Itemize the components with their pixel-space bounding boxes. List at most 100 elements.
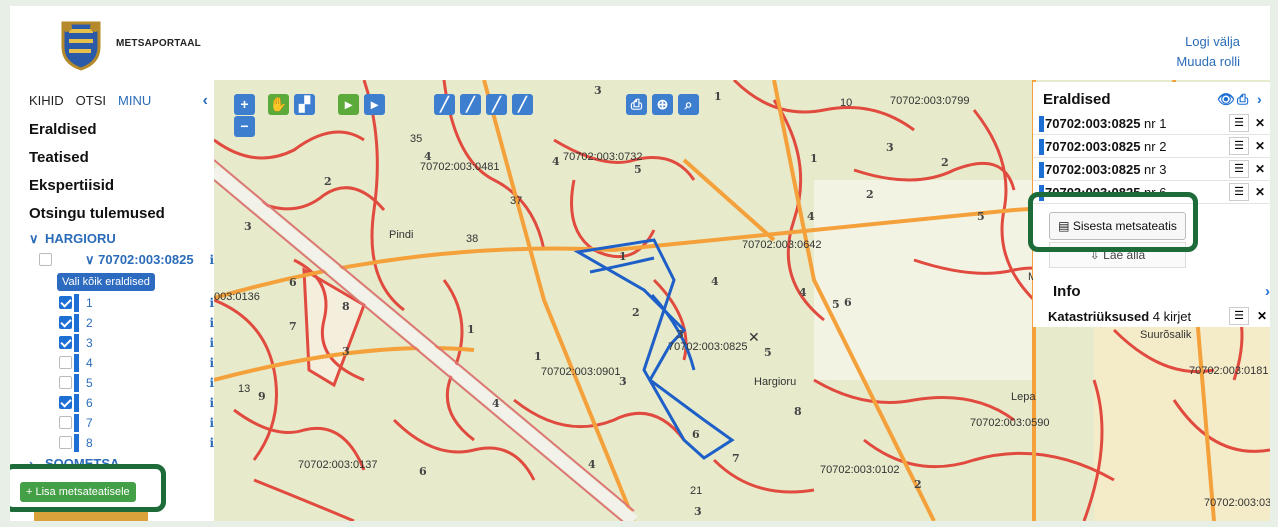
zoom-in-button[interactable]: + <box>234 94 255 115</box>
svg-text:2: 2 <box>632 306 640 319</box>
eraldis-label: 70702:003:0825 nr 1 <box>1045 116 1167 131</box>
delete-drawing-icon[interactable]: ╱ <box>486 94 507 115</box>
map-label: 38 <box>466 233 478 245</box>
map-label: 70702:003:0102 <box>820 464 900 476</box>
svg-text:7: 7 <box>289 320 297 333</box>
svg-text:3: 3 <box>694 505 702 518</box>
collapse-sidebar-icon[interactable]: ‹ <box>203 92 208 110</box>
group-hargioru[interactable]: ∨ HARGIORU <box>23 228 214 250</box>
eraldis-row: 6i <box>23 393 214 413</box>
svg-text:6: 6 <box>289 276 297 289</box>
eraldis-panel-row[interactable]: 70702:003:0825 nr 2 ☰ ✕ <box>1033 135 1270 158</box>
sidebar-tabs: KIHID OTSI MINU ‹ <box>23 86 214 116</box>
svg-text:6: 6 <box>692 428 700 441</box>
pan-hand-icon[interactable]: ✋ <box>268 94 289 115</box>
svg-text:3: 3 <box>594 84 602 97</box>
map-label: 70702:003:0642 <box>742 239 822 251</box>
eraldis-checkbox[interactable] <box>59 316 72 329</box>
svg-text:1: 1 <box>467 323 475 336</box>
eye-icon[interactable]: 👁 <box>1217 91 1235 108</box>
list-icon[interactable]: ☰ <box>1229 307 1249 325</box>
list-icon[interactable]: ☰ <box>1229 114 1249 132</box>
map-label: Pindi <box>389 229 413 241</box>
eraldis-checkbox[interactable] <box>59 336 72 349</box>
search-icon[interactable]: ⌕ <box>678 94 699 115</box>
change-role-link[interactable]: Muuda rolli <box>1176 54 1240 69</box>
section-ekspertiisid[interactable]: Ekspertiisid <box>23 172 214 200</box>
map-label: Lepa <box>1011 391 1036 403</box>
print-icon[interactable]: ⎙ <box>1237 91 1248 108</box>
section-otsingu-tulemused[interactable]: Otsingu tulemused <box>23 200 214 228</box>
svg-text:5: 5 <box>764 346 772 359</box>
eraldis-panel-row[interactable]: 70702:003:0825 nr 3 ☰ ✕ <box>1033 158 1270 181</box>
map-label: 003:0136 <box>214 291 260 303</box>
svg-text:3: 3 <box>342 345 350 358</box>
parcel-checkbox[interactable] <box>39 253 52 266</box>
eraldis-row: 7i <box>23 413 214 433</box>
info-chevron-icon[interactable]: › <box>1265 283 1270 300</box>
list-icon[interactable]: ☰ <box>1229 183 1249 201</box>
zoom-out-button[interactable]: − <box>234 116 255 137</box>
eraldis-checkbox[interactable] <box>59 436 72 449</box>
select-all-row: Vali kõik eraldised <box>23 272 214 293</box>
list-icon[interactable]: ☰ <box>1229 160 1249 178</box>
select-all-button[interactable]: Vali kõik eraldised <box>57 273 155 291</box>
print-icon[interactable]: ⎙ <box>626 94 647 115</box>
eraldis-checkbox[interactable] <box>59 296 72 309</box>
logout-link[interactable]: Logi välja <box>1185 34 1240 49</box>
svg-text:8: 8 <box>342 300 350 313</box>
color-bar <box>1039 139 1044 155</box>
eraldis-checkbox[interactable] <box>59 356 72 369</box>
eraldis-number[interactable]: 1 <box>86 296 93 310</box>
draw-polygon-icon[interactable]: ╱ <box>460 94 481 115</box>
eraldis-number[interactable]: 4 <box>86 356 93 370</box>
close-icon[interactable]: ✕ <box>1255 116 1265 130</box>
group-hargioru-label: HARGIORU <box>45 231 116 246</box>
sidebar: KIHID OTSI MINU ‹ Eraldised Teatised Eks… <box>23 86 214 521</box>
svg-text:3: 3 <box>886 141 894 154</box>
eraldis-number[interactable]: 6 <box>86 396 93 410</box>
tab-otsi[interactable]: OTSI <box>70 86 112 116</box>
close-icon[interactable]: ✕ <box>1257 309 1267 323</box>
parcel-row: ∨ 70702:003:0825 i <box>23 250 214 272</box>
eraldis-label: 70702:003:0825 nr 2 <box>1045 139 1167 154</box>
close-icon[interactable]: ✕ <box>1255 185 1265 199</box>
section-teatised[interactable]: Teatised <box>23 144 214 172</box>
svg-text:6: 6 <box>844 296 852 309</box>
tab-kihid[interactable]: KIHID <box>23 86 70 116</box>
close-icon[interactable]: ✕ <box>1255 162 1265 176</box>
svg-text:3: 3 <box>244 220 252 233</box>
brand-name: METSAPORTAAL <box>116 38 201 49</box>
svg-text:2: 2 <box>941 156 949 169</box>
measure-icon[interactable]: ╱ <box>512 94 533 115</box>
eraldis-checkbox[interactable] <box>59 396 72 409</box>
eraldis-number[interactable]: 7 <box>86 416 93 430</box>
list-icon[interactable]: ☰ <box>1229 137 1249 155</box>
eraldis-number[interactable]: 2 <box>86 316 93 330</box>
svg-text:4: 4 <box>807 210 815 223</box>
draw-line-icon[interactable]: ╱ <box>434 94 455 115</box>
close-icon[interactable]: ✕ <box>1255 139 1265 153</box>
eraldis-panel-row[interactable]: 70702:003:0825 nr 1 ☰ ✕ <box>1033 112 1270 135</box>
map-extent-icon[interactable]: ▞ <box>294 94 315 115</box>
katastri-label: Katastriüksused <box>1048 309 1150 324</box>
eraldis-number[interactable]: 3 <box>86 336 93 350</box>
eraldis-number[interactable]: 8 <box>86 436 93 450</box>
svg-text:3: 3 <box>619 375 627 388</box>
svg-text:4: 4 <box>424 150 432 163</box>
chevron-right-icon[interactable]: › <box>1257 91 1262 107</box>
parcel-id[interactable]: ∨ 70702:003:0825 <box>85 252 194 268</box>
svg-text:2: 2 <box>914 478 922 491</box>
eraldis-row: 3i <box>23 333 214 353</box>
tab-minu[interactable]: MINU <box>112 86 157 116</box>
locate-icon[interactable]: ⊕ <box>652 94 673 115</box>
select-box-icon[interactable]: ▸ <box>364 94 385 115</box>
eraldis-checkbox[interactable] <box>59 416 72 429</box>
svg-text:4: 4 <box>552 155 560 168</box>
eraldis-checkbox[interactable] <box>59 376 72 389</box>
svg-text:✕: ✕ <box>748 329 760 345</box>
info-title: Info <box>1053 283 1081 300</box>
select-arrow-icon[interactable]: ▸ <box>338 94 359 115</box>
eraldis-number[interactable]: 5 <box>86 376 93 390</box>
section-eraldised[interactable]: Eraldised <box>23 116 214 144</box>
